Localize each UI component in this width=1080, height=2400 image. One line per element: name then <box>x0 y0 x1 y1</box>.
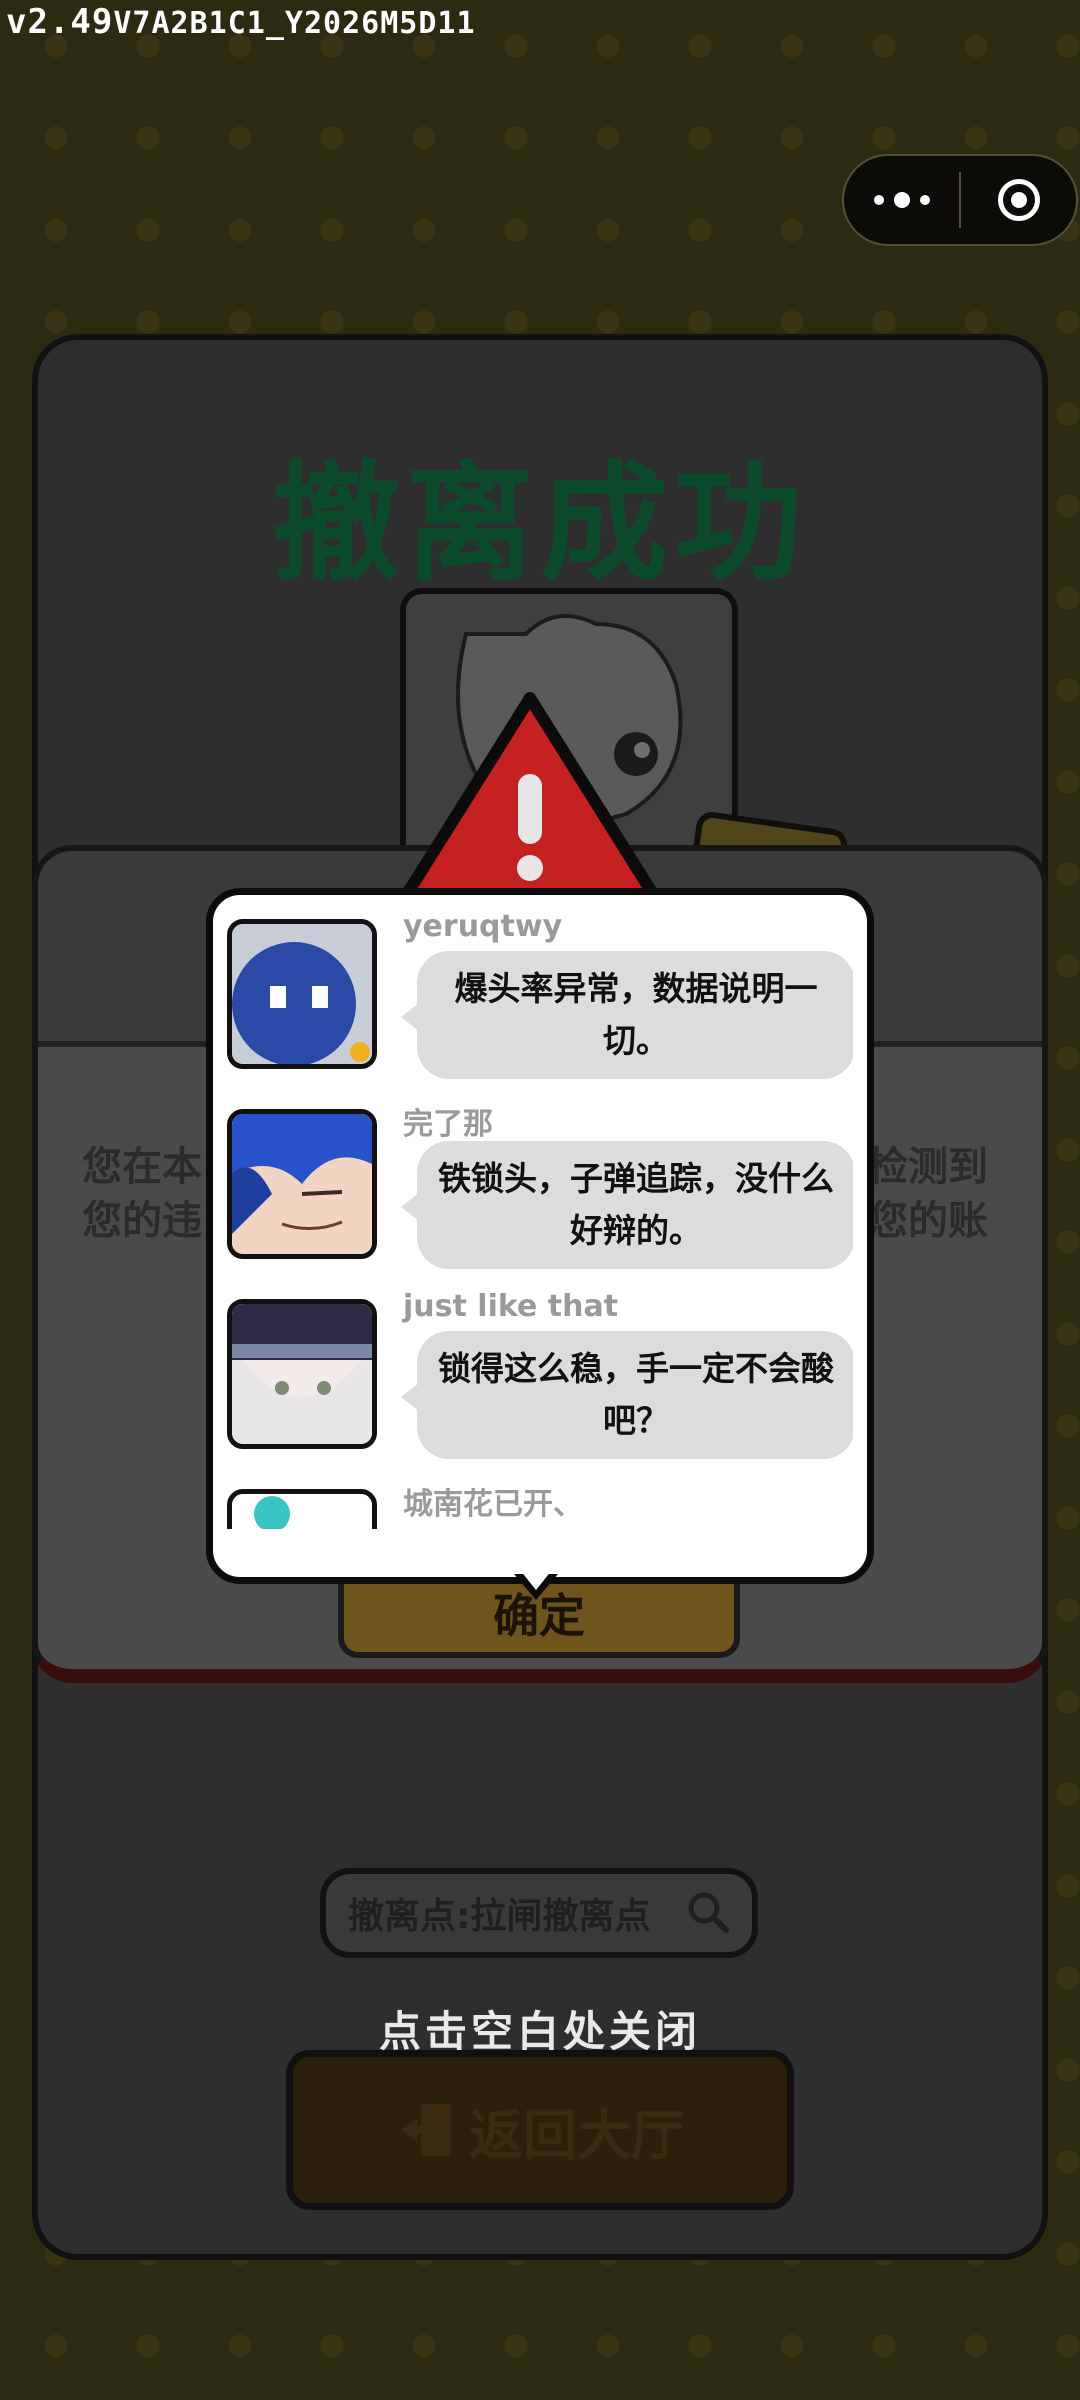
warning-text-right: 检测到 您的账 <box>868 1140 988 1248</box>
avatar <box>227 1299 377 1449</box>
commenter-name: 完了那 <box>403 1107 493 1142</box>
search-icon <box>688 1892 729 1933</box>
more-button[interactable] <box>844 156 959 244</box>
comment-item: just like that 锁得这么稳，手一定不会酸吧？ <box>227 1289 853 1459</box>
version-major: v2.49 <box>6 2 114 42</box>
door-exit-icon <box>401 2104 451 2156</box>
comment-item: 城南花已开、 <box>227 1479 853 1529</box>
popup-pointer-inner <box>520 1570 552 1590</box>
comment-item: 完了那 铁锁头，子弹追踪，没什么好辩的。 <box>227 1099 853 1269</box>
evac-point-search[interactable]: 撤离点:拉闸撤离点 <box>320 1868 758 1958</box>
comment-bubble: 锁得这么稳，手一定不会酸吧？ <box>401 1331 853 1459</box>
avatar <box>227 919 377 1069</box>
avatar <box>227 1109 377 1259</box>
more-dot-center <box>893 192 910 208</box>
comments-popup[interactable]: yeruqtwy 爆头率异常，数据说明一切。 完了那 铁锁头，子弹追踪，没什么好… <box>206 888 874 1584</box>
warning-text-left: 您在本 您的违 <box>82 1140 202 1248</box>
warning-icon <box>396 692 664 908</box>
result-title: 撤离成功 <box>271 450 808 599</box>
evac-point-label: 撤离点:拉闸撤离点 <box>348 1896 651 1937</box>
miniprogram-capsule <box>842 154 1078 246</box>
comments-list[interactable]: yeruqtwy 爆头率异常，数据说明一切。 完了那 铁锁头，子弹追踪，没什么好… <box>227 909 853 1529</box>
more-dot-right <box>919 195 930 205</box>
warning-text-left-line2: 您的违 <box>82 1198 202 1244</box>
warning-text-left-line1: 您在本 <box>82 1144 202 1190</box>
commenter-name: 城南花已开、 <box>403 1487 583 1522</box>
comment-bubble: 爆头率异常，数据说明一切。 <box>401 951 853 1079</box>
target-close-icon <box>997 179 1040 221</box>
version-label: v2.49V7A2B1C1_Y2026M5D11 <box>6 2 476 42</box>
comment-bubble: 铁锁头，子弹追踪，没什么好辩的。 <box>401 1141 853 1269</box>
commenter-name: just like that <box>403 1289 619 1324</box>
warning-text-right-line1: 检测到 <box>868 1144 988 1190</box>
avatar <box>227 1489 377 1529</box>
return-lobby-label: 返回大厅 <box>469 2103 685 2167</box>
commenter-name: yeruqtwy <box>403 909 563 944</box>
version-build: V7A2B1C1_Y2026M5D11 <box>113 6 476 41</box>
comment-item: yeruqtwy 爆头率异常，数据说明一切。 <box>227 909 853 1079</box>
warning-text-right-line2: 您的账 <box>868 1198 988 1244</box>
return-lobby-button[interactable]: 返回大厅 <box>286 2050 794 2210</box>
close-miniprogram-button[interactable] <box>961 156 1076 244</box>
more-dots-icon <box>873 195 884 205</box>
